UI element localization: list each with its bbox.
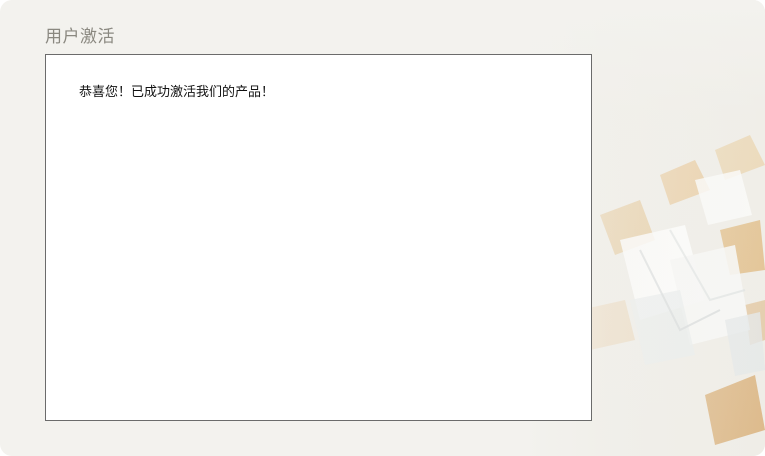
success-message: 恭喜您！已成功激活我们的产品！ [79,85,275,100]
activation-panel: 用户激活 恭喜您！已成功激活我们的产品！ [0,0,765,456]
page-title: 用户激活 [45,27,115,47]
content-box: 恭喜您！已成功激活我们的产品！ [45,54,592,421]
